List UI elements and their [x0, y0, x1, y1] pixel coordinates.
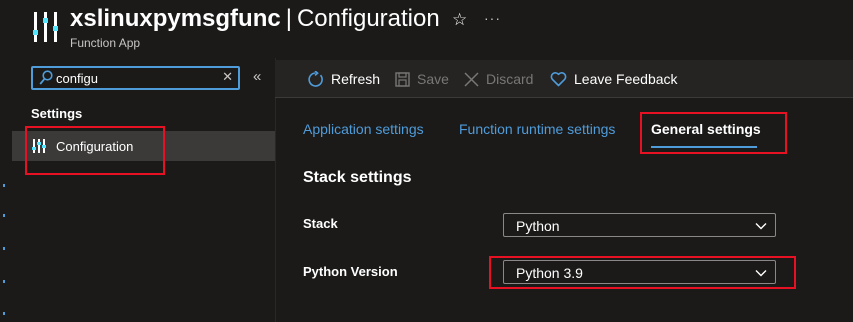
tab-application-settings[interactable]: Application settings: [303, 121, 424, 137]
refresh-icon: [308, 70, 323, 87]
menu-search-box[interactable]: ✕: [31, 66, 240, 90]
search-input[interactable]: [56, 70, 216, 86]
discard-label: Discard: [486, 71, 534, 87]
more-options-icon[interactable]: ···: [484, 10, 501, 26]
discard-button[interactable]: Discard: [464, 60, 533, 98]
search-icon: [39, 70, 53, 85]
portal-left-edge: [0, 62, 10, 322]
refresh-label: Refresh: [331, 71, 381, 87]
sidebar-item-configuration[interactable]: Configuration: [12, 131, 275, 161]
heart-icon: [550, 72, 567, 87]
python-version-dropdown[interactable]: Python 3.9: [503, 260, 776, 284]
save-button[interactable]: Save: [395, 60, 449, 98]
clear-search-icon[interactable]: ✕: [222, 69, 233, 85]
function-app-sliders-icon: [33, 12, 58, 42]
stack-label: Stack: [303, 216, 338, 231]
edge-dot: [3, 184, 5, 187]
edge-dot: [3, 214, 5, 217]
stack-value: Python: [516, 218, 560, 234]
command-bar: Refresh Save Discard Leave Feedback: [275, 60, 853, 98]
page-title: xslinuxpymsgfunc | Configuration: [70, 5, 440, 33]
edge-dot: [3, 280, 5, 283]
tab-function-runtime-settings[interactable]: Function runtime settings: [459, 121, 615, 137]
active-tab-indicator: [651, 146, 757, 148]
title-separator: |: [285, 5, 292, 32]
stack-dropdown[interactable]: Python: [503, 213, 776, 237]
edge-dot: [3, 247, 5, 250]
discard-icon: [464, 71, 479, 87]
blade-header: xslinuxpymsgfunc | Configuration ☆ ··· F…: [0, 0, 853, 58]
resource-name: xslinuxpymsgfunc: [70, 5, 281, 32]
save-icon: [395, 71, 410, 87]
blade-name: Configuration: [296, 5, 440, 32]
section-title-stack-settings: Stack settings: [303, 169, 412, 186]
refresh-button[interactable]: Refresh: [307, 60, 380, 98]
python-version-label: Python Version: [303, 264, 398, 279]
feedback-label: Leave Feedback: [574, 71, 678, 87]
configuration-sliders-icon: [32, 139, 46, 153]
chevron-down-icon: [755, 223, 767, 230]
sidebar-item-label: Configuration: [56, 139, 134, 154]
favorite-star-icon[interactable]: ☆: [452, 10, 467, 30]
collapse-menu-icon[interactable]: «: [253, 68, 261, 85]
leave-feedback-button[interactable]: Leave Feedback: [550, 60, 678, 98]
save-label: Save: [417, 71, 449, 87]
python-version-value: Python 3.9: [516, 265, 583, 281]
edge-dot: [3, 312, 5, 315]
nav-group-settings: Settings: [31, 106, 83, 121]
chevron-down-icon: [755, 270, 767, 277]
resource-type: Function App: [70, 36, 141, 50]
tab-general-settings[interactable]: General settings: [651, 121, 761, 137]
